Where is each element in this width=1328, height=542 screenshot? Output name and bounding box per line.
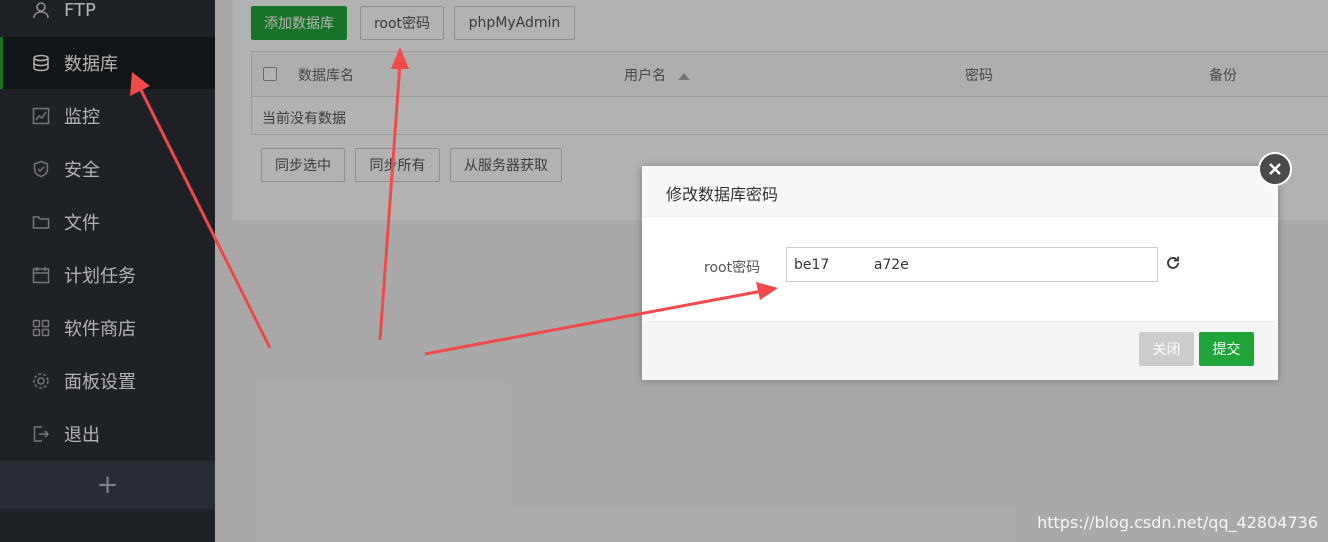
modal-footer: 关闭 提交: [642, 321, 1278, 380]
modal-title: 修改数据库密码: [666, 185, 779, 204]
watermark: https://blog.csdn.net/qq_42804736: [1037, 513, 1318, 532]
modal-header: 修改数据库密码: [642, 166, 1278, 217]
close-button[interactable]: 关闭: [1139, 332, 1194, 366]
submit-button[interactable]: 提交: [1199, 332, 1254, 366]
change-password-modal: 修改数据库密码 root密码 关闭 提交: [642, 166, 1278, 380]
refresh-icon[interactable]: [1165, 255, 1181, 271]
root-password-label: root密码: [704, 260, 761, 276]
root-password-input[interactable]: [786, 247, 1158, 282]
modal-close-icon[interactable]: [1258, 152, 1292, 186]
